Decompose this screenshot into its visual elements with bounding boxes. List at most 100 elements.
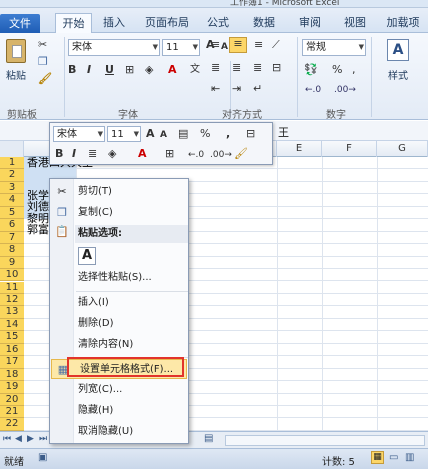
- mini-fill-color-icon[interactable]: ◈: [108, 148, 116, 160]
- row-header[interactable]: 12: [0, 293, 24, 307]
- border-icon[interactable]: ⊞: [125, 64, 134, 76]
- tab-view[interactable]: 视图: [341, 13, 369, 33]
- increase-indent-icon[interactable]: ⇥: [232, 83, 241, 95]
- column-header-e[interactable]: E: [277, 141, 322, 157]
- mini-comma-icon[interactable]: ,: [226, 128, 230, 140]
- normal-view-icon[interactable]: ▦: [371, 451, 384, 464]
- mini-font-name-select[interactable]: 宋体 ▼: [53, 126, 105, 142]
- mini-center-icon[interactable]: ≣: [88, 148, 97, 160]
- mini-increase-decimal-icon[interactable]: ←.0: [188, 149, 204, 161]
- next-sheet-icon[interactable]: ▶: [27, 434, 34, 444]
- underline-icon[interactable]: U: [105, 64, 114, 76]
- tab-home[interactable]: 开始: [55, 13, 92, 34]
- align-bottom-icon[interactable]: ≡: [254, 39, 263, 51]
- mini-currency-icon[interactable]: ▤: [178, 128, 188, 140]
- mini-format-painter-icon[interactable]: 🖌: [234, 148, 248, 160]
- prev-sheet-icon[interactable]: ◀: [15, 434, 22, 444]
- row-header[interactable]: 17: [0, 356, 24, 369]
- increase-decimal-icon[interactable]: ←.0: [305, 84, 321, 96]
- menu-item-clear-contents[interactable]: 清除内容(N): [50, 335, 188, 355]
- decrease-indent-icon[interactable]: ⇤: [211, 83, 220, 95]
- mini-shrink-font-icon[interactable]: A: [160, 129, 167, 141]
- italic-icon[interactable]: I: [87, 64, 91, 76]
- row-header[interactable]: 10: [0, 269, 24, 282]
- fill-color-icon[interactable]: ◈: [145, 64, 153, 76]
- align-right-icon[interactable]: ≣: [253, 62, 262, 74]
- align-left-icon[interactable]: ≣: [211, 62, 220, 74]
- mini-font-color-icon[interactable]: A: [138, 148, 147, 160]
- tab-data[interactable]: 数据: [250, 13, 278, 33]
- tab-page-layout[interactable]: 页面布局: [140, 13, 194, 33]
- font-name-select[interactable]: 宋体 ▼: [68, 39, 160, 56]
- cell-a7[interactable]: 郭富: [27, 224, 49, 236]
- styles-button[interactable]: A 样式: [378, 39, 418, 99]
- row-header[interactable]: 13: [0, 306, 24, 319]
- tab-review[interactable]: 审阅: [296, 13, 324, 33]
- menu-item-unhide[interactable]: 取消隐藏(U): [50, 422, 188, 442]
- column-header-f[interactable]: F: [322, 141, 377, 157]
- macro-record-icon[interactable]: ▣: [38, 452, 47, 463]
- font-color-icon[interactable]: A: [168, 64, 177, 76]
- row-header[interactable]: 11: [0, 281, 24, 294]
- menu-item-cut[interactable]: ✂ 剪切(T): [50, 182, 188, 202]
- last-sheet-icon[interactable]: ⏭: [39, 434, 47, 444]
- align-center-icon[interactable]: ≣: [232, 62, 241, 74]
- wrap-text-icon[interactable]: ↵: [253, 83, 262, 95]
- percent-icon[interactable]: %: [332, 64, 342, 76]
- row-header[interactable]: 18: [0, 368, 24, 382]
- menu-item-column-width[interactable]: 列宽(C)...: [50, 380, 188, 400]
- tab-addins[interactable]: 加载项: [383, 13, 423, 33]
- currency-icon[interactable]: 💱: [304, 64, 318, 76]
- number-format-select[interactable]: 常规 ▼: [302, 39, 366, 56]
- menu-item-insert[interactable]: 插入(I): [50, 293, 188, 313]
- mini-merge-icon[interactable]: ⊟: [246, 128, 255, 140]
- mini-percent-icon[interactable]: %: [200, 128, 210, 140]
- row-header[interactable]: 1: [0, 157, 24, 170]
- menu-item-paste-special[interactable]: 选择性粘贴(S)...: [50, 268, 188, 288]
- row-header[interactable]: 8: [0, 244, 24, 257]
- select-all-corner[interactable]: [0, 141, 24, 157]
- row-header[interactable]: 16: [0, 343, 24, 357]
- row-header[interactable]: 6: [0, 219, 24, 232]
- tab-formulas[interactable]: 公式: [204, 13, 232, 33]
- menu-item-hide[interactable]: 隐藏(H): [50, 401, 188, 421]
- first-sheet-icon[interactable]: ⏮: [3, 434, 11, 444]
- orientation-icon[interactable]: ⟋: [272, 39, 280, 51]
- row-header[interactable]: 22: [0, 418, 24, 431]
- row-header[interactable]: 5: [0, 206, 24, 220]
- row-header[interactable]: 3: [0, 181, 24, 195]
- insert-sheet-icon[interactable]: ▤: [204, 433, 213, 444]
- formula-bar-value[interactable]: 王: [278, 124, 289, 140]
- column-header-g[interactable]: G: [377, 141, 428, 157]
- mini-bold-icon[interactable]: B: [55, 148, 63, 160]
- align-middle-icon[interactable]: ≡: [229, 37, 247, 53]
- shrink-font-icon[interactable]: A: [221, 41, 228, 53]
- row-header[interactable]: 20: [0, 393, 24, 406]
- mini-decrease-decimal-icon[interactable]: .00→: [210, 149, 232, 161]
- mini-font-size-select[interactable]: 11 ▼: [107, 126, 141, 142]
- menu-item-delete[interactable]: 删除(D): [50, 314, 188, 334]
- row-header[interactable]: 2: [0, 169, 24, 182]
- tab-file[interactable]: 文件: [0, 14, 40, 33]
- decrease-decimal-icon[interactable]: .00→: [334, 84, 356, 96]
- page-layout-view-icon[interactable]: ▭: [389, 452, 398, 463]
- merge-cells-icon[interactable]: ⊟: [272, 62, 281, 74]
- menu-item-copy[interactable]: ❐ 复制(C): [50, 203, 188, 223]
- row-header[interactable]: 9: [0, 256, 24, 270]
- row-header[interactable]: 4: [0, 194, 24, 207]
- mini-grow-font-icon[interactable]: A: [146, 128, 155, 140]
- row-header[interactable]: 21: [0, 406, 24, 419]
- paste-button[interactable]: 粘贴: [3, 37, 29, 97]
- format-painter-icon[interactable]: 🖌: [38, 73, 52, 85]
- tab-insert[interactable]: 插入: [100, 13, 128, 33]
- align-top-icon[interactable]: ≡: [211, 39, 220, 51]
- mini-border-icon[interactable]: ⊞: [165, 148, 174, 160]
- row-header[interactable]: 19: [0, 381, 24, 394]
- row-header[interactable]: 7: [0, 231, 24, 245]
- comma-icon[interactable]: ,: [352, 64, 356, 76]
- phonetic-icon[interactable]: 文: [190, 64, 200, 76]
- horizontal-scrollbar[interactable]: [225, 435, 425, 446]
- row-header[interactable]: 15: [0, 331, 24, 344]
- page-break-view-icon[interactable]: ▥: [405, 452, 414, 463]
- paste-values-icon[interactable]: A: [78, 247, 96, 265]
